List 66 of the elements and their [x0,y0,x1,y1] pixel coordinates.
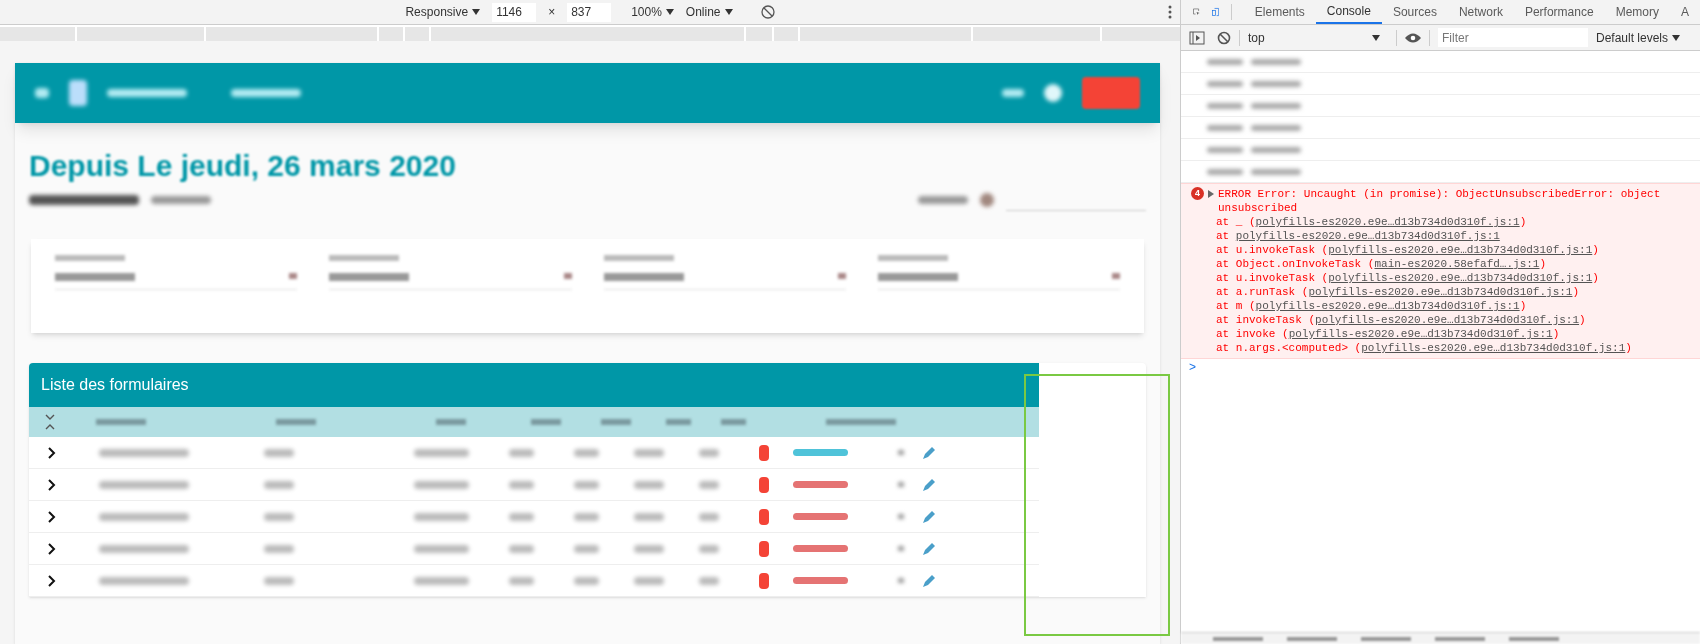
stack-frame: at u.invokeTask (polyfills-es2020.e9e…d13b734d0d310f.js:1) [1191,243,1690,257]
expand-row-icon[interactable] [47,541,57,556]
stack-frame: at n.args.<computed> (polyfills-es2020.e9e…d13b734d0d310f.js:1) [1191,341,1690,355]
edit-icon[interactable] [922,573,936,588]
stack-frame: at Object.onInvokeTask (main-es2020.58efafd….js:1) [1191,257,1690,271]
expand-triangle-icon[interactable] [1208,190,1214,198]
source-link[interactable]: polyfills-es2020.e9e…d13b734d0d310f.js:1 [1315,314,1580,326]
status-marker [759,540,769,557]
console-prompt[interactable]: > [1189,358,1196,376]
devtools-tab[interactable]: Performance [1513,0,1605,24]
devtools-tab[interactable]: Network [1447,0,1514,24]
filter-field[interactable]: Filter [1438,28,1588,47]
status-marker [759,444,769,461]
devtools-tab[interactable]: A [1670,0,1700,24]
levels-dropdown[interactable]: Default levels [1596,28,1681,47]
edit-icon[interactable] [922,509,936,524]
edit-icon[interactable] [922,541,936,556]
page-title: Depuis Le jeudi, 26 mars 2020 [29,151,457,181]
status-marker [759,572,769,589]
context-dropdown[interactable]: top [1248,28,1388,47]
devtools-tab[interactable]: Memory [1604,0,1670,24]
more-icon[interactable] [1168,5,1172,19]
expand-row-icon[interactable] [47,509,57,524]
stack-frame: at polyfills-es2020.e9e…d13b734d0d310f.js:1 [1191,229,1690,243]
status-marker [759,508,769,525]
width-field[interactable]: 1146 [492,2,537,22]
source-link[interactable]: polyfills-es2020.e9e…d13b734d0d310f.js:1 [1328,272,1593,284]
network-dropdown[interactable]: Online [685,3,733,21]
error-count-badge: 4 [1191,187,1204,200]
height-field[interactable]: 837 [567,2,612,22]
expand-row-icon[interactable] [47,477,57,492]
devtools-tab[interactable]: Sources [1381,0,1448,24]
caret-icon [665,9,674,15]
zoom-dropdown[interactable]: 100% [631,3,674,21]
caret-icon [1672,34,1681,41]
devtools-tab[interactable]: Elements [1243,0,1316,24]
edit-icon[interactable] [922,477,936,492]
table-title: Liste des formulaires [41,375,189,395]
stack-frame: at u.invokeTask (polyfills-es2020.e9e…d13b734d0d310f.js:1) [1191,271,1690,285]
caret-icon [724,9,733,15]
source-link[interactable]: main-es2020.58efafd….js:1 [1374,258,1540,270]
stack-frame: at m (polyfills-es2020.e9e…d13b734d0d310f.js:1) [1191,299,1690,313]
status-marker [759,476,769,493]
source-link[interactable]: polyfills-es2020.e9e…d13b734d0d310f.js:1 [1288,328,1553,340]
source-link[interactable]: polyfills-es2020.e9e…d13b734d0d310f.js:1 [1308,286,1573,298]
stack-frame: at a.runTask (polyfills-es2020.e9e…d13b734d0d310f.js:1) [1191,285,1690,299]
collapse-expand-icon[interactable] [44,413,56,431]
expand-row-icon[interactable] [47,573,57,588]
source-link[interactable]: polyfills-es2020.e9e…d13b734d0d310f.js:1 [1255,216,1520,228]
source-link[interactable]: polyfills-es2020.e9e…d13b734d0d310f.js:1 [1235,230,1500,242]
source-link[interactable]: polyfills-es2020.e9e…d13b734d0d310f.js:1 [1328,244,1593,256]
stack-frame: at invoke (polyfills-es2020.e9e…d13b734d0d310f.js:1) [1191,327,1690,341]
caret-icon [1372,34,1380,41]
clear-console-icon[interactable] [1217,30,1231,45]
source-link[interactable]: polyfills-es2020.e9e…d13b734d0d310f.js:1 [1361,342,1626,354]
stack-frame: at _ (polyfills-es2020.e9e…d13b734d0d310f.js:1) [1191,215,1690,229]
source-link[interactable]: polyfills-es2020.e9e…d13b734d0d310f.js:1 [1255,300,1520,312]
dimension-separator: × [548,4,556,21]
caret-icon [472,9,481,15]
stack-frame: at invokeTask (polyfills-es2020.e9e…d13b734d0d310f.js:1) [1191,313,1690,327]
eye-icon[interactable] [1405,32,1421,43]
rotate-icon[interactable] [760,5,775,19]
device-mode-dropdown[interactable]: Responsive [405,3,481,21]
sidebar-toggle-icon[interactable] [1189,30,1205,45]
edit-icon[interactable] [922,445,936,460]
expand-row-icon[interactable] [47,445,57,460]
